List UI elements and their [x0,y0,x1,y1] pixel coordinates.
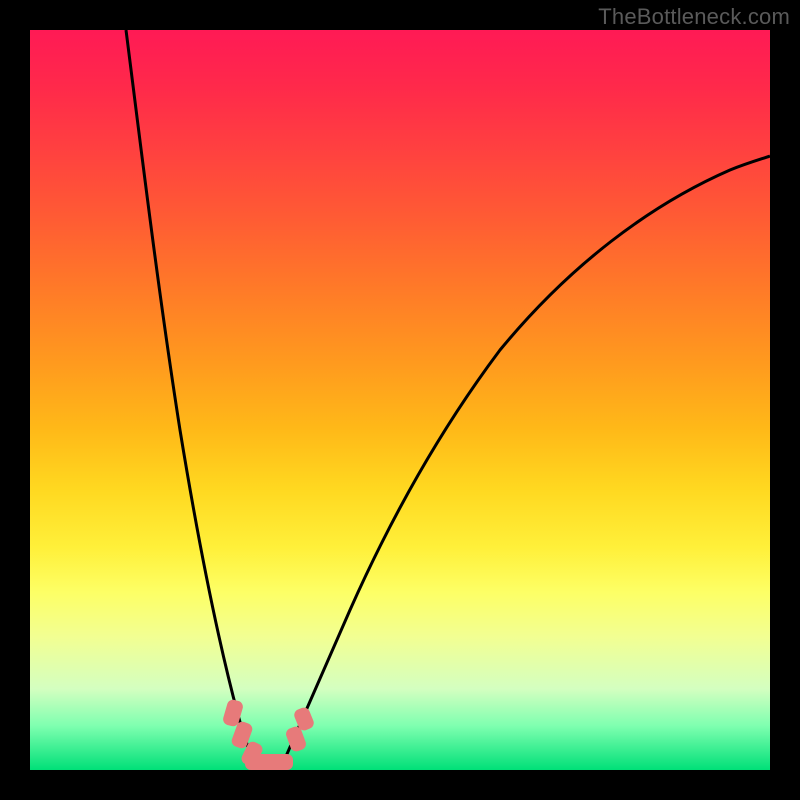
watermark-text: TheBottleneck.com [598,4,790,30]
marker-bottom [245,754,293,770]
left-curve [126,30,260,770]
right-curve [280,156,770,770]
plot-area [30,30,770,770]
chart-frame: TheBottleneck.com [0,0,800,800]
curve-layer [30,30,770,770]
